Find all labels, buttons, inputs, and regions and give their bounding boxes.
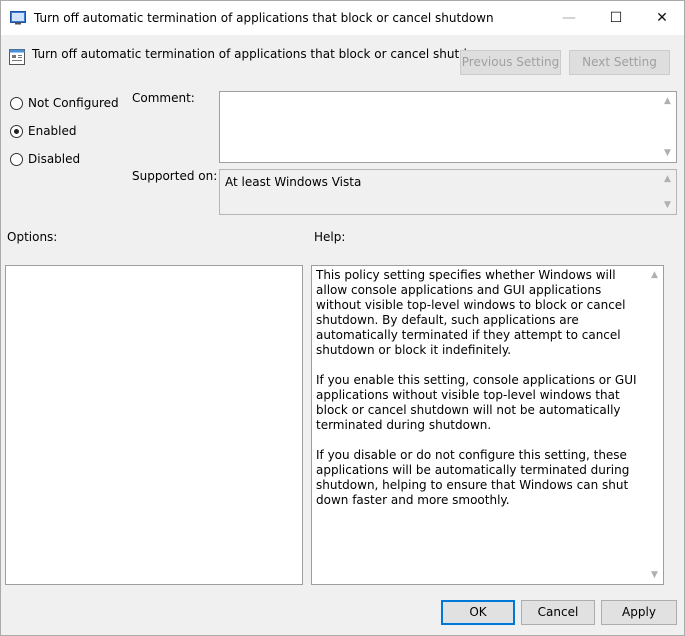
comment-scrollbar[interactable]: ▲ ▼ [659,92,676,162]
help-paragraph: If you disable or do not configure this … [316,448,630,507]
radio-not-configured[interactable]: Not Configured [10,94,119,112]
supported-on-field[interactable]: At least Windows Vista ▲ ▼ [219,169,677,215]
policy-window-icon [10,11,26,25]
radio-disabled-circle[interactable] [10,152,23,166]
setting-header: Turn off automatic termination of applic… [1,35,684,75]
radio-enabled-circle[interactable] [10,124,23,138]
dialog-window: Turn off automatic termination of applic… [0,0,685,636]
maximize-button[interactable]: ☐ [593,1,639,35]
window-title: Turn off automatic termination of applic… [34,11,494,25]
radio-enabled-label: Enabled [28,124,77,138]
help-scrollbar[interactable]: ▲ ▼ [646,266,663,584]
help-panel[interactable]: This policy setting specifies whether Wi… [311,265,664,585]
radio-disabled-label: Disabled [28,152,81,166]
options-label: Options: [7,230,58,244]
scroll-down-icon[interactable]: ▼ [659,146,676,160]
policy-setting-icon [9,49,25,65]
scroll-down-icon[interactable]: ▼ [659,198,676,212]
close-button[interactable]: ✕ [639,1,685,35]
supported-scrollbar[interactable]: ▲ ▼ [659,170,676,214]
comment-textarea[interactable]: ▲ ▼ [219,91,677,163]
minimize-button[interactable]: — [546,1,592,35]
help-paragraph: This policy setting specifies whether Wi… [316,268,626,357]
radio-not-configured-label: Not Configured [28,96,119,110]
radio-disabled[interactable]: Disabled [10,150,80,168]
options-panel [5,265,303,585]
previous-setting-button[interactable]: Previous Setting [460,50,561,75]
title-bar[interactable]: Turn off automatic termination of applic… [1,1,684,35]
scroll-up-icon[interactable]: ▲ [646,268,663,282]
cancel-button[interactable]: Cancel [521,600,595,625]
scroll-up-icon[interactable]: ▲ [659,172,676,186]
setting-title: Turn off automatic termination of applic… [32,47,492,61]
scroll-down-icon[interactable]: ▼ [646,568,663,582]
supported-on-value: At least Windows Vista [225,175,362,189]
supported-on-label: Supported on: [132,169,218,183]
next-setting-button[interactable]: Next Setting [569,50,670,75]
comment-label: Comment: [132,91,195,105]
apply-button[interactable]: Apply [601,600,677,625]
help-paragraph: If you enable this setting, console appl… [316,373,637,432]
radio-enabled[interactable]: Enabled [10,122,77,140]
help-text: This policy setting specifies whether Wi… [316,268,643,523]
radio-not-configured-circle[interactable] [10,96,23,110]
help-label: Help: [314,230,346,244]
scroll-up-icon[interactable]: ▲ [659,94,676,108]
ok-button[interactable]: OK [441,600,515,625]
